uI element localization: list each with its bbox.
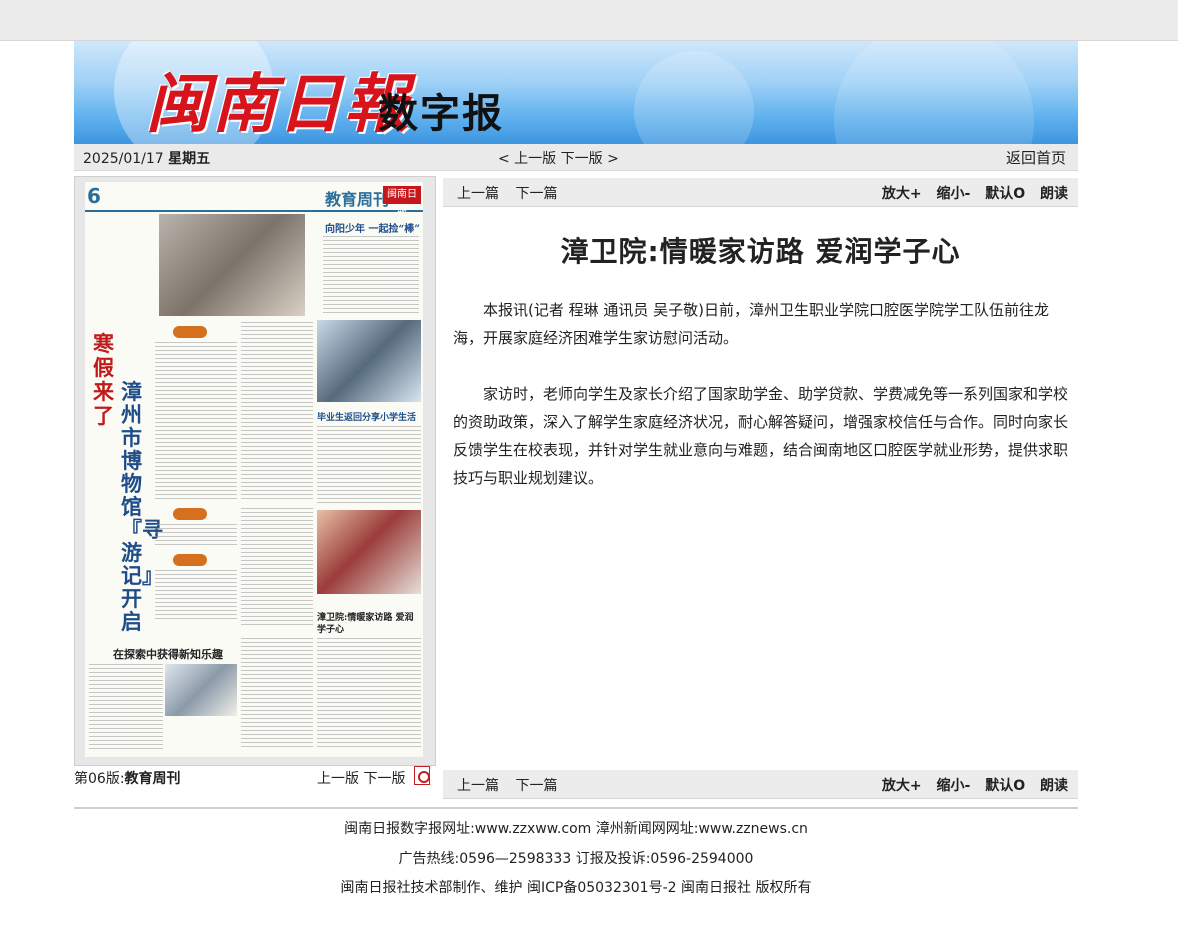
article-title: 漳卫院:情暖家访路 爱润学子心 — [560, 235, 961, 268]
headline-a[interactable]: 向阳少年 一起捡“棒” — [325, 220, 420, 235]
prev-article-link[interactable]: 上一篇 — [457, 778, 499, 794]
article-photo[interactable] — [317, 510, 421, 594]
pdf-download-icon[interactable] — [414, 766, 430, 785]
reading-controls: 放大+ 缩小- 默认O 朗读 — [872, 183, 1068, 203]
headline-vertical-blue[interactable]: 漳州市博物馆『寻游记』开启 — [121, 380, 163, 633]
masthead-mini: 闽南日報 — [383, 186, 421, 218]
headline-b[interactable]: 毕业生返回分享小学生活 — [317, 410, 416, 423]
next-article-link[interactable]: 下一篇 — [515, 186, 557, 202]
page-nav: 上一版 下一版 — [317, 768, 405, 788]
prev-edition-link[interactable]: < 上一版 — [498, 151, 556, 167]
prev-page-link[interactable]: 上一版 — [317, 771, 359, 787]
footer-contact: 广告热线:0596—2598333 订报及投诉:0596-2594000 — [398, 851, 754, 867]
edition-nav: < 上一版 下一版 > — [498, 148, 619, 168]
home-link[interactable]: 返回首页 — [1006, 147, 1066, 168]
next-article-link[interactable]: 下一篇 — [515, 778, 557, 794]
newspaper-page-thumbnail[interactable]: 6 教育周刊 闽南日報 向阳少年 一起捡“棒” 寒假来了 漳州市博物馆『寻游记』… — [74, 176, 436, 766]
article-paragraph: 本报讯(记者 程琳 通讯员 吴子敬)日前，漳州卫生职业学院口腔医学院学工队伍前往… — [453, 301, 1050, 347]
text-block — [241, 322, 313, 502]
article-photo[interactable] — [317, 320, 421, 402]
text-block — [155, 570, 237, 620]
zoom-out-button[interactable]: 缩小- — [937, 186, 971, 202]
default-size-button[interactable]: 默认O — [985, 778, 1025, 794]
date-text: 2025/01/17 — [83, 151, 164, 167]
reading-controls: 放大+ 缩小- 默认O 朗读 — [872, 775, 1068, 795]
read-aloud-button[interactable]: 朗读 — [1040, 778, 1068, 794]
site-banner: 闽南日報 数字报 — [74, 41, 1078, 144]
section-tag — [173, 554, 207, 566]
text-block — [241, 638, 313, 748]
banner-decor — [834, 41, 1034, 144]
next-page-link[interactable]: 下一版 — [363, 771, 405, 787]
text-block — [317, 426, 421, 504]
paper-footer: 第06版:教育周刊 上一版 下一版 — [74, 766, 434, 788]
zoom-in-button[interactable]: 放大+ — [882, 186, 922, 202]
article-nav: 上一篇 下一篇 — [457, 183, 557, 203]
text-block — [241, 508, 313, 628]
article-paragraph: 家访时，老师向学生及家长介绍了国家助学金、助学贷款、学费减免等一系列国家和学校的… — [453, 385, 1069, 487]
column-title: 教育周刊 — [325, 190, 390, 209]
weekday-text: 星期五 — [168, 151, 211, 167]
headline-vertical-red[interactable]: 寒假来了 — [93, 332, 119, 428]
article-toolbar-bottom: 上一篇 下一篇 放大+ 缩小- 默认O 朗读 — [443, 770, 1078, 799]
section-tag — [173, 326, 207, 338]
page-label: 第06版:教育周刊 — [74, 768, 181, 788]
text-block — [155, 524, 237, 548]
footer-copyright: 闽南日报社技术部制作、维护 闽ICP备05032301号-2 闽南日报社 版权所… — [340, 880, 812, 896]
default-size-button[interactable]: 默认O — [985, 186, 1025, 202]
page-name[interactable]: 教育周刊 — [125, 771, 181, 787]
zoom-in-button[interactable]: 放大+ — [882, 778, 922, 794]
headline-c[interactable]: 漳卫院:情暖家访路 爱润学子心 — [317, 612, 421, 636]
read-aloud-button[interactable]: 朗读 — [1040, 186, 1068, 202]
banner-decor — [634, 51, 754, 144]
browser-top-bar — [0, 0, 1178, 41]
site-subtitle: 数字报 — [378, 91, 504, 137]
page-header: 6 教育周刊 闽南日報 — [85, 182, 423, 218]
footer-websites: 闽南日报数字报网址:www.zzxww.com 漳州新闻网网址:www.zzne… — [344, 821, 808, 837]
footer-divider — [74, 807, 1078, 809]
prev-article-link[interactable]: 上一篇 — [457, 186, 499, 202]
text-block — [317, 638, 421, 748]
zoom-out-button[interactable]: 缩小- — [937, 778, 971, 794]
article-photo[interactable] — [165, 664, 237, 716]
text-block — [89, 664, 163, 750]
article-toolbar-top: 上一篇 下一篇 放大+ 缩小- 默认O 朗读 — [443, 178, 1078, 207]
site-logo: 闽南日報 — [146, 67, 410, 142]
headline-d[interactable]: 在探索中获得新知乐趣 — [113, 646, 223, 662]
page-sheet[interactable]: 6 教育周刊 闽南日報 向阳少年 一起捡“棒” 寒假来了 漳州市博物馆『寻游记』… — [85, 182, 423, 757]
text-block — [155, 342, 237, 502]
article-nav: 上一篇 下一篇 — [457, 775, 557, 795]
page-number: 6 — [87, 184, 101, 208]
article-photo[interactable] — [159, 214, 305, 316]
next-edition-link[interactable]: 下一版 > — [561, 151, 619, 167]
issue-date: 2025/01/17 星期五 — [83, 148, 210, 168]
page-label-prefix: 第06版: — [74, 771, 125, 787]
date-bar: 2025/01/17 星期五 < 上一版 下一版 > 返回首页 — [74, 144, 1078, 171]
section-tag — [173, 508, 207, 520]
text-block — [323, 236, 419, 316]
